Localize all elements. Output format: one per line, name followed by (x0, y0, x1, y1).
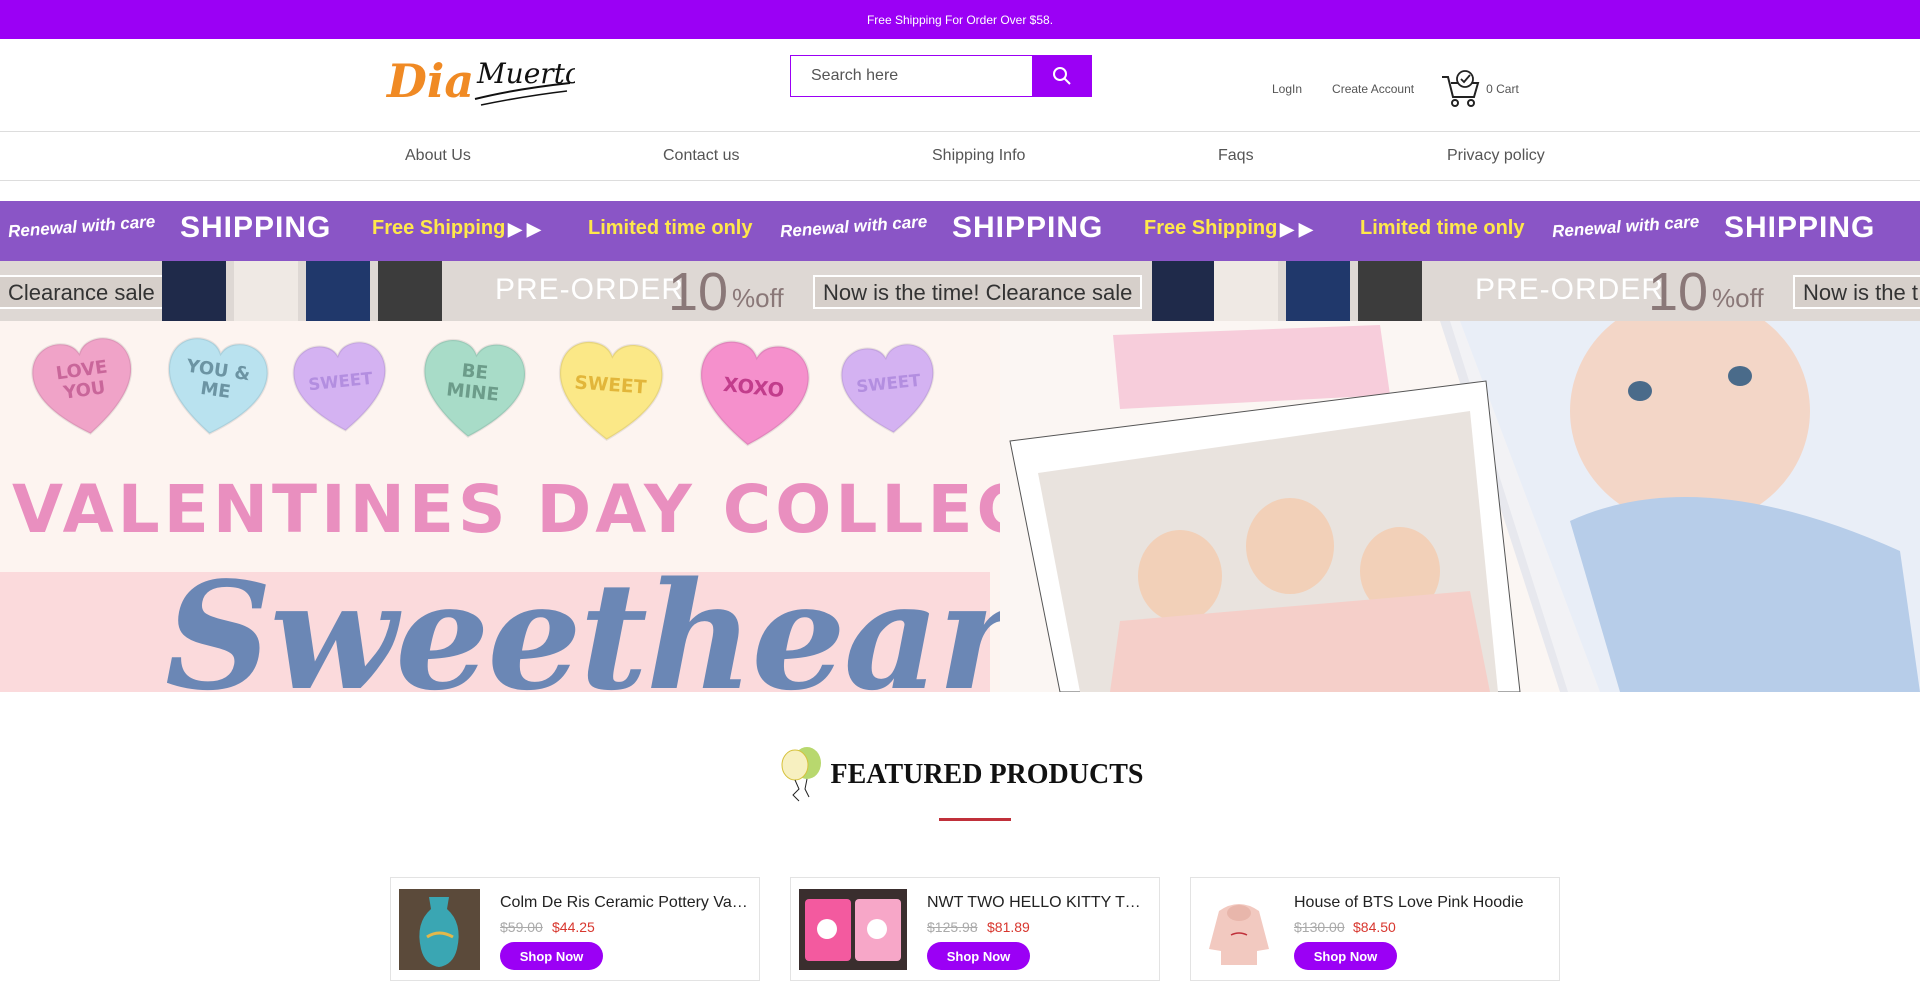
product-old-price: $130.00 (1294, 919, 1345, 935)
play-arrows-icon: ▶ ▶ (508, 219, 541, 239)
candy-heart: SWEET (840, 343, 935, 434)
product-card[interactable]: NWT TWO HELLO KITTY TOWEL ... $125.98 $8… (790, 877, 1160, 981)
ribbon-limited-text: Limited time only (588, 217, 753, 239)
hero-photo-collage (1000, 321, 1920, 692)
ribbon-now-box: Now is the time! Clearance sale (813, 275, 1143, 309)
site-logo[interactable]: Dia Muertos (385, 49, 596, 109)
shop-now-button[interactable]: Shop Now (1294, 942, 1397, 970)
candy-heart-text: ME (199, 378, 232, 403)
candy-heart: SWEET (292, 341, 387, 432)
nav-item-about-us[interactable]: About Us (405, 147, 471, 165)
product-new-price: $81.89 (987, 919, 1030, 935)
product-thumb-image (306, 261, 370, 321)
product-new-price: $84.50 (1353, 919, 1396, 935)
featured-header: FEATURED PRODUCTS (0, 745, 1920, 805)
ribbon-now-box: Now is the t (1793, 275, 1920, 309)
shop-now-button[interactable]: Shop Now (927, 942, 1030, 970)
cart-link[interactable]: 0 Cart (1440, 69, 1519, 109)
ribbon-discount-number: 10 (1648, 262, 1709, 321)
ribbon-preorder-text: PRE-ORDER (495, 273, 685, 306)
candy-heart: SWEET (558, 340, 664, 441)
product-title[interactable]: Colm De Ris Ceramic Pottery Vase ... (500, 894, 752, 912)
main-nav: About Us Contact us Shipping Info Faqs P… (0, 131, 1920, 181)
promo-ribbon-preorder[interactable]: Clearance sale PRE-ORDER 10 %off Now is … (0, 261, 1920, 321)
site-header: Dia Muertos LogIn Create Account 0 C (0, 39, 1920, 131)
header-links: LogIn Create Account 0 Cart (1272, 69, 1519, 109)
play-arrows-icon: ▶ ▶ (1280, 219, 1313, 239)
search-bar (790, 55, 1092, 97)
search-input[interactable] (790, 55, 1032, 97)
nav-item-faqs[interactable]: Faqs (1218, 147, 1254, 165)
ribbon-discount-number: 10 (668, 262, 729, 321)
logo-image: Dia Muertos (385, 54, 596, 108)
product-thumb-image (1286, 261, 1350, 321)
product-title[interactable]: House of BTS Love Pink Hoodie (1294, 894, 1546, 912)
product-title[interactable]: NWT TWO HELLO KITTY TOWEL ... (927, 894, 1153, 912)
ribbon-clearance-box: Clearance sale (0, 275, 165, 309)
ribbon-off-text: %off (1712, 283, 1764, 313)
candy-heart: XOXO (699, 340, 810, 447)
search-button[interactable] (1032, 55, 1092, 97)
product-thumb-image (234, 261, 298, 321)
cart-label: 0 Cart (1486, 82, 1519, 96)
search-icon (1053, 67, 1071, 85)
product-image[interactable] (799, 889, 907, 970)
ribbon-free-shipping-text: Free Shipping (372, 217, 506, 239)
product-thumb-image (378, 261, 442, 321)
nav-item-privacy-policy[interactable]: Privacy policy (1447, 147, 1545, 165)
promo-text: Free Shipping For Order Over $58. (866, 12, 1054, 27)
candy-heart: LOVEYOU (31, 337, 133, 435)
nav-item-shipping-info[interactable]: Shipping Info (932, 147, 1025, 165)
product-thumb-image (1358, 261, 1422, 321)
gingham-tape (1113, 325, 1390, 409)
candy-heart: YOU &ME (167, 337, 269, 435)
ribbon-renewal-text: Renewal with care (7, 211, 156, 242)
shop-now-button[interactable]: Shop Now (500, 942, 603, 970)
ribbon-limited-text: Limited time only (1360, 217, 1525, 239)
featured-divider (939, 818, 1011, 821)
product-image[interactable] (399, 889, 480, 970)
hero-banner[interactable]: LOVE YOU YOU & ME SWEET BE MINE SWEET XOXO SWEET … (0, 321, 1920, 692)
create-account-link[interactable]: Create Account (1332, 82, 1414, 96)
product-old-price: $59.00 (500, 919, 543, 935)
ribbon-renewal-text: Renewal with care (779, 211, 928, 242)
ribbon-shipping-text: SHIPPING (180, 211, 332, 244)
ribbon-off-text: %off (732, 283, 784, 313)
product-card[interactable]: House of BTS Love Pink Hoodie $130.00 $8… (1190, 877, 1560, 981)
ribbon-free-shipping-text: Free Shipping (1144, 217, 1278, 239)
candy-heart: BEMINE (423, 338, 527, 438)
product-thumb-image (162, 261, 226, 321)
product-card[interactable]: Colm De Ris Ceramic Pottery Vase ... $59… (390, 877, 760, 981)
ribbon-shipping-text: SHIPPING (952, 211, 1104, 244)
product-thumb-image (1214, 261, 1278, 321)
hero-subtitle: Sweetheart (165, 549, 1082, 692)
promo-ribbon-shipping[interactable]: Renewal with care SHIPPING Free Shipping… (0, 201, 1920, 261)
product-old-price: $125.98 (927, 919, 978, 935)
nav-item-contact-us[interactable]: Contact us (663, 147, 739, 165)
product-new-price: $44.25 (552, 919, 595, 935)
svg-text:Dia: Dia (385, 54, 474, 108)
product-image[interactable] (1199, 889, 1280, 970)
ribbon-renewal-text: Renewal with care (1551, 211, 1700, 242)
ribbon-shipping-text: SHIPPING (1724, 211, 1876, 244)
featured-title: FEATURED PRODUCTS (830, 759, 1144, 790)
login-link[interactable]: LogIn (1272, 82, 1302, 96)
product-thumb-image (1152, 261, 1216, 321)
ribbon-preorder-text: PRE-ORDER (1475, 273, 1665, 306)
promo-bar: Free Shipping For Order Over $58. (0, 0, 1920, 39)
cart-icon (1442, 70, 1480, 107)
balloons-icon (781, 747, 821, 802)
